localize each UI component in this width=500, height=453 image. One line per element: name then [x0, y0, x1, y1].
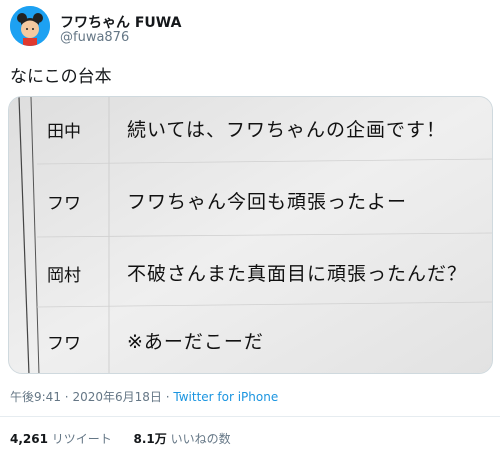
likes-count[interactable]: 8.1万: [133, 432, 166, 446]
tweet-meta: 午後9:41 · 2020年6月18日 · Twitter for iPhone: [10, 388, 278, 405]
script-row: 田中 続いては、フワちゃんの企画です！: [9, 111, 492, 161]
tweet-source[interactable]: Twitter for iPhone: [173, 390, 278, 404]
meta-separator: ·: [64, 390, 69, 404]
meta-separator: ·: [165, 390, 170, 404]
script-row: フワ ※あーだこーだ: [9, 323, 492, 373]
script-line: ※あーだこーだ: [127, 331, 264, 353]
script-line: 不破さんまた真面目に頑張ったんだ？: [127, 263, 468, 285]
script-speaker: 田中: [47, 122, 81, 142]
tweet-image[interactable]: 田中 続いては、フワちゃんの企画です！ フワ フワちゃん今回も頑張ったよー 岡村…: [8, 96, 493, 374]
tweet-date[interactable]: 2020年6月18日: [72, 390, 161, 404]
script-row: フワ フワちゃん今回も頑張ったよー: [9, 183, 492, 233]
retweets-label[interactable]: リツイート: [52, 432, 112, 446]
tweet-header: フワちゃん FUWA @fuwa876: [10, 6, 490, 48]
tweet-stats: 4,261 リツイート 8.1万 いいねの数: [10, 430, 231, 447]
script-speaker: 岡村: [47, 266, 81, 286]
likes-label[interactable]: いいねの数: [171, 432, 231, 446]
script-row: 岡村 不破さんまた真面目に頑張ったんだ？: [9, 255, 492, 305]
author-name[interactable]: フワちゃん FUWA: [60, 12, 181, 32]
avatar[interactable]: [10, 6, 50, 46]
script-speaker: フワ: [47, 194, 81, 214]
tweet-text: なにこの台本: [10, 67, 112, 87]
author-handle[interactable]: @fuwa876: [60, 30, 129, 45]
retweets-count[interactable]: 4,261: [10, 432, 48, 446]
tweet-time[interactable]: 午後9:41: [10, 390, 61, 404]
script-speaker: フワ: [47, 334, 81, 354]
divider: [0, 416, 500, 417]
script-line: フワちゃん今回も頑張ったよー: [127, 191, 408, 213]
script-line: 続いては、フワちゃんの企画です！: [127, 119, 447, 141]
